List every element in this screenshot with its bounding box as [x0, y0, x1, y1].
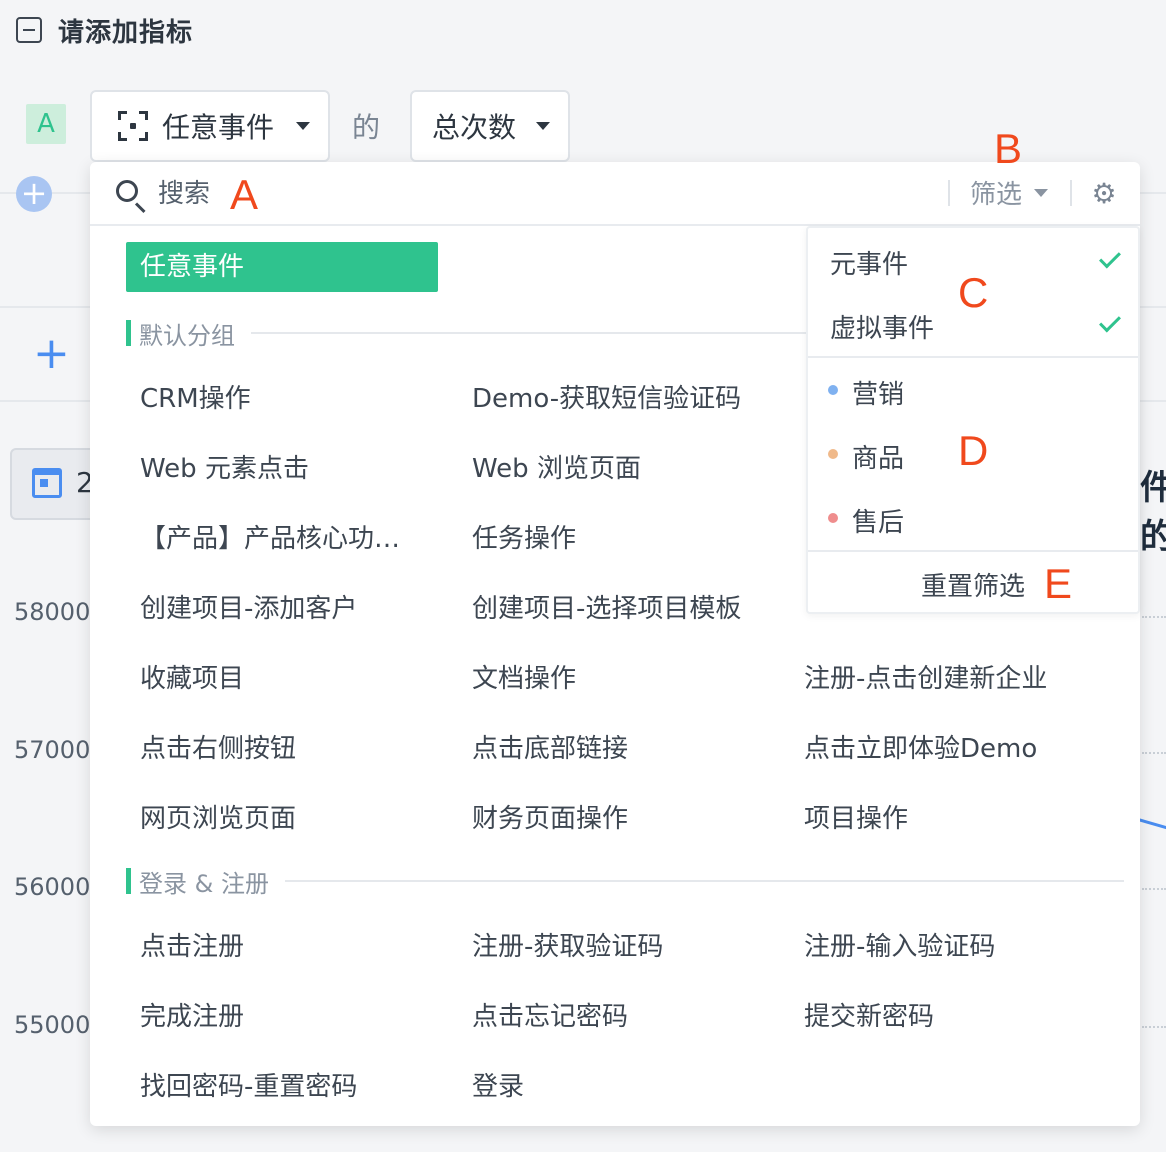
gridline: [1142, 888, 1166, 890]
check-icon: [1099, 310, 1121, 333]
event-option[interactable]: 收藏项目: [140, 658, 244, 695]
event-option[interactable]: Demo-获取短信验证码: [472, 378, 741, 415]
filter-label: 筛选: [970, 180, 1023, 210]
group-header: 登录 & 注册: [126, 867, 1124, 898]
y-axis-tick: 56000: [14, 873, 91, 901]
collapse-icon[interactable]: [16, 17, 42, 43]
event-option[interactable]: 文档操作: [472, 658, 576, 695]
group-label: 默认分组: [139, 321, 235, 350]
event-option[interactable]: 完成注册: [140, 996, 244, 1033]
annotation-label: E: [1044, 560, 1073, 607]
filter-type-option[interactable]: 虚拟事件: [830, 308, 934, 345]
event-option[interactable]: 项目操作: [804, 798, 908, 835]
event-option-selected[interactable]: 任意事件: [126, 242, 438, 292]
divider: [808, 550, 1138, 552]
metric-letter-badge: A: [26, 104, 66, 144]
event-option[interactable]: 点击右侧按钮: [140, 728, 296, 765]
chevron-down-icon: [536, 122, 550, 130]
filter-button[interactable]: 筛选: [970, 174, 1049, 211]
event-option[interactable]: 网页浏览页面: [140, 798, 296, 835]
category-dot-icon: [828, 385, 838, 395]
scan-icon: [118, 111, 148, 141]
divider: [1070, 180, 1072, 206]
filter-category-option[interactable]: 售后: [852, 502, 904, 539]
event-option[interactable]: 点击注册: [140, 926, 244, 963]
divider: [808, 356, 1138, 358]
event-option[interactable]: 注册-点击创建新企业: [804, 658, 1047, 695]
annotation-label: B: [994, 125, 1023, 172]
category-dot-icon: [828, 449, 838, 459]
event-option[interactable]: 提交新密码: [804, 996, 934, 1033]
event-option[interactable]: 登录: [472, 1066, 524, 1103]
add-filter-icon[interactable]: +: [33, 332, 70, 376]
divider: [948, 180, 950, 206]
calendar-icon: [32, 468, 62, 498]
connector-label: 的: [352, 111, 381, 144]
annotation-label: D: [958, 427, 989, 474]
search-icon: [116, 180, 138, 202]
filter-category-option[interactable]: 商品: [852, 438, 904, 475]
gear-icon[interactable]: ⚙: [1090, 180, 1118, 208]
annotation-label: C: [958, 269, 989, 316]
event-option[interactable]: 任务操作: [472, 518, 576, 555]
category-dot-icon: [828, 513, 838, 523]
event-option[interactable]: 找回密码-重置密码: [140, 1066, 357, 1103]
aggregation-select[interactable]: 总次数: [410, 90, 570, 162]
event-option[interactable]: 注册-获取验证码: [472, 926, 663, 963]
event-option[interactable]: CRM操作: [140, 378, 251, 415]
event-option[interactable]: 【产品】产品核心功…: [140, 518, 400, 555]
chevron-down-icon: [296, 122, 310, 130]
gridline: [1142, 1026, 1166, 1028]
y-axis-tick: 57000: [14, 736, 91, 764]
event-select[interactable]: 任意事件: [90, 90, 330, 162]
event-select-value: 任意事件: [162, 111, 275, 144]
chart-title-fragment: 件的: [1140, 468, 1166, 557]
gridline: [1142, 752, 1166, 754]
event-option[interactable]: Web 元素点击: [140, 448, 309, 485]
filter-type-option[interactable]: 元事件: [830, 244, 908, 281]
group-label: 登录 & 注册: [139, 869, 269, 898]
reset-filter-button[interactable]: 重置筛选: [808, 566, 1138, 603]
y-axis-tick: 58000: [14, 598, 91, 626]
event-option[interactable]: 注册-输入验证码: [804, 926, 995, 963]
gridline: [1142, 616, 1166, 618]
event-option[interactable]: 创建项目-选择项目模板: [472, 588, 741, 625]
chevron-down-icon: [1034, 188, 1049, 197]
event-option[interactable]: 创建项目-添加客户: [140, 588, 357, 625]
check-icon: [1099, 246, 1121, 269]
event-option[interactable]: 点击立即体验Demo: [804, 728, 1037, 765]
add-metric-icon[interactable]: +: [16, 176, 52, 212]
filter-category-option[interactable]: 营销: [852, 374, 904, 411]
event-option[interactable]: 财务页面操作: [472, 798, 628, 835]
event-option[interactable]: 点击忘记密码: [472, 996, 628, 1033]
chart-series-line: [1137, 818, 1166, 832]
annotation-label: A: [230, 171, 259, 218]
y-axis-tick: 55000: [14, 1011, 91, 1039]
aggregation-select-value: 总次数: [432, 111, 517, 144]
section-title: 请添加指标: [58, 18, 194, 48]
event-option[interactable]: Web 浏览页面: [472, 448, 641, 485]
event-option[interactable]: 点击底部链接: [472, 728, 628, 765]
